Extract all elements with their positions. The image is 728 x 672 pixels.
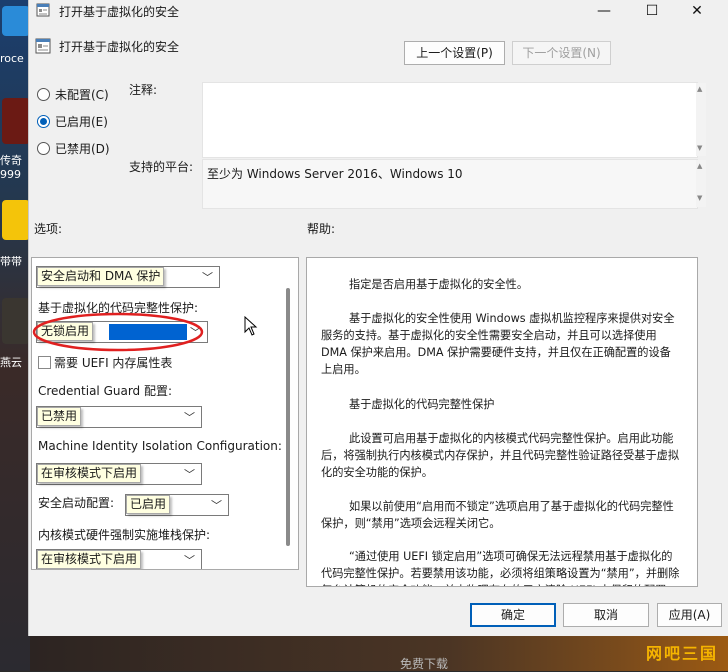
radio-circle <box>37 142 50 155</box>
desktop-label: 999 <box>0 168 21 181</box>
desktop-strip: roce 传奇 999 带带 燕云 <box>0 0 30 671</box>
scroll-up-icon[interactable]: ▲ <box>697 162 702 170</box>
secure-launch-label: 安全启动配置: <box>38 496 115 510</box>
game-icon[interactable] <box>2 298 30 344</box>
minimize-button[interactable]: — <box>581 0 627 22</box>
help-paragraph: 指定是否启用基于虚拟化的安全性。 <box>349 278 529 291</box>
uefi-mat-checkbox[interactable] <box>38 356 51 369</box>
dropdown-value-tooltip: 安全启动和 DMA 保护 <box>37 267 165 286</box>
desktop-label: roce <box>0 52 24 65</box>
app-icon[interactable] <box>2 200 30 240</box>
maximize-button[interactable]: ☐ <box>629 0 675 22</box>
radio-not-configured[interactable]: 未配置(C) <box>37 86 109 103</box>
dropdown-value-tooltip: 已启用 <box>126 495 171 514</box>
policy-dialog: 打开基于虚拟化的安全 — ☐ ✕ 打开基于虚拟化的安全 上一个设置(P) 下一个… <box>28 0 728 636</box>
uefi-mat-label: 需要 UEFI 内存属性表 <box>54 356 173 370</box>
scroll-down-icon[interactable]: ▼ <box>697 144 702 152</box>
chevron-down-icon: ﹀ <box>184 554 195 567</box>
machine-identity-label: Machine Identity Isolation Configuration… <box>38 439 282 453</box>
game-icon[interactable] <box>2 98 30 144</box>
desktop-app-icon[interactable] <box>2 6 30 36</box>
dropdown-value-tooltip: 在审核模式下启用 <box>37 464 142 483</box>
platform-scrollbar[interactable]: ▲ ▼ <box>696 160 706 207</box>
kernel-stack-label: 内核模式硬件强制实施堆栈保护: <box>38 528 211 542</box>
policy-icon <box>36 3 50 17</box>
setting-title: 打开基于虚拟化的安全 <box>59 40 180 54</box>
desktop-label: 燕云 <box>0 356 22 369</box>
radio-label: 已禁用(D) <box>55 142 110 156</box>
radio-label: 未配置(C) <box>55 88 109 102</box>
watermark-sub: 免费下载 <box>400 657 449 671</box>
comment-textarea[interactable] <box>202 82 698 158</box>
help-scrollbar[interactable] <box>700 258 706 586</box>
chevron-down-icon: ﹀ <box>202 271 213 284</box>
radio-disabled[interactable]: 已禁用(D) <box>37 140 110 157</box>
options-scrollbar[interactable] <box>286 288 290 546</box>
window-title: 打开基于虚拟化的安全 <box>59 5 180 19</box>
comment-scrollbar[interactable]: ▲ ▼ <box>696 83 706 156</box>
watermark: 网吧三国 <box>645 644 718 663</box>
help-paragraph: 此设置可启用基于虚拟化的内核模式代码完整性保护。启用此功能后，将强制执行内核模式… <box>321 432 680 479</box>
ok-button[interactable]: 确定 <box>470 603 556 627</box>
radio-enabled[interactable]: 已启用(E) <box>37 113 108 130</box>
dropdown-value-tooltip: 已禁用 <box>37 407 82 426</box>
help-heading: 帮助: <box>307 222 336 236</box>
chevron-down-icon: ﹀ <box>184 468 195 481</box>
help-paragraph: 如果以前使用“启用而不锁定”选项启用了基于虚拟化的代码完整性保护，则“禁用”选项… <box>321 500 674 530</box>
close-button[interactable]: ✕ <box>674 0 720 22</box>
desktop-label: 带带 <box>0 255 22 268</box>
platform-value: 至少为 Windows Server 2016、Windows 10 <box>207 167 463 181</box>
annotation-red-ellipse <box>32 312 204 352</box>
cancel-button[interactable]: 取消 <box>563 603 649 627</box>
credential-guard-label: Credential Guard 配置: <box>38 384 173 398</box>
desktop-background <box>30 636 728 671</box>
help-paragraph: 基于虚拟化的安全性使用 Windows 虚拟机监控程序来提供对安全服务的支持。基… <box>321 312 675 376</box>
scroll-down-icon[interactable]: ▼ <box>697 194 702 202</box>
options-panel: ﹀ 安全启动和 DMA 保护 基于虚拟化的代码完整性保护: ﹀ 无锁启用 需要 … <box>31 257 299 570</box>
dropdown-value-tooltip: 在审核模式下启用 <box>37 550 142 569</box>
platform-field: 至少为 Windows Server 2016、Windows 10 <box>202 159 698 209</box>
radio-circle <box>37 88 50 101</box>
comment-label: 注释: <box>129 83 158 97</box>
desktop-label: 传奇 <box>0 154 22 167</box>
apply-button[interactable]: 应用(A) <box>657 603 722 627</box>
chevron-down-icon: ﹀ <box>211 499 222 512</box>
radio-circle <box>37 115 50 128</box>
radio-label: 已启用(E) <box>55 115 108 129</box>
platform-label: 支持的平台: <box>129 160 194 174</box>
title-bar: 打开基于虚拟化的安全 — ☐ ✕ <box>29 0 728 22</box>
mouse-cursor-icon <box>244 316 258 336</box>
next-setting-button[interactable]: 下一个设置(N) <box>512 41 611 65</box>
help-panel: 指定是否启用基于虚拟化的安全性。 基于虚拟化的安全性使用 Windows 虚拟机… <box>306 257 698 587</box>
chevron-down-icon: ﹀ <box>184 411 195 424</box>
policy-setting-icon <box>35 38 51 54</box>
help-paragraph: 基于虚拟化的代码完整性保护 <box>349 398 495 411</box>
options-heading: 选项: <box>34 222 63 236</box>
previous-setting-button[interactable]: 上一个设置(P) <box>404 41 505 65</box>
help-paragraph: “通过使用 UEFI 锁定启用”选项可确保无法远程禁用基于虚拟化的代码完整性保护… <box>321 550 680 586</box>
scroll-up-icon[interactable]: ▲ <box>697 85 702 93</box>
